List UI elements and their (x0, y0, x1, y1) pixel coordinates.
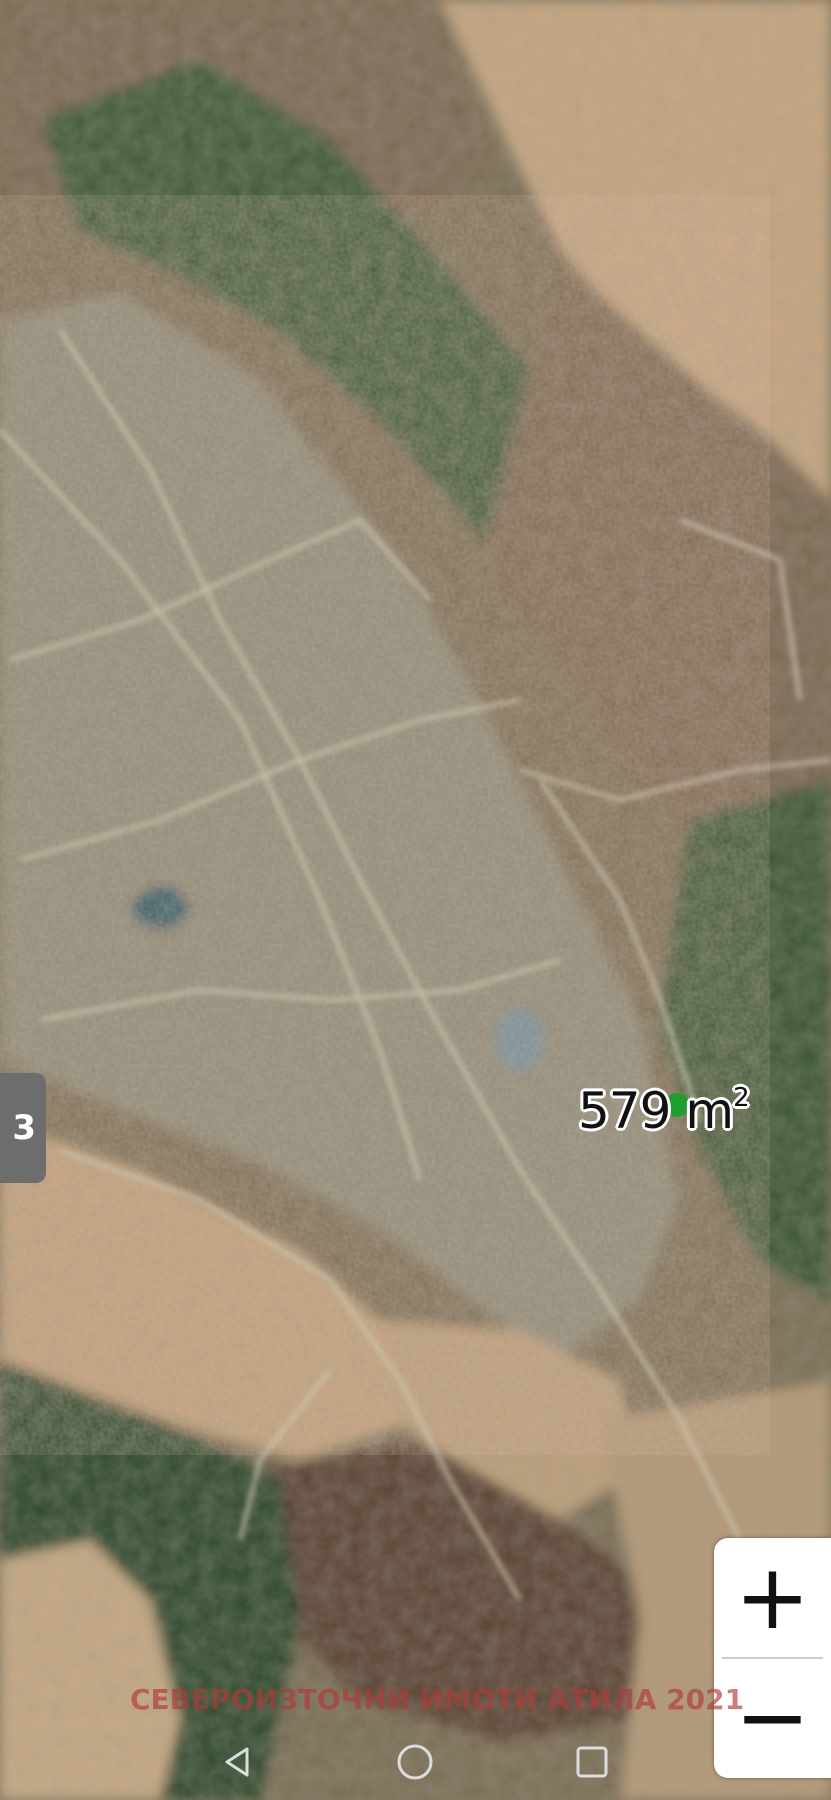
zoom-in-button[interactable]: + (714, 1538, 831, 1658)
recents-button[interactable] (562, 1732, 622, 1792)
circle-home-icon (397, 1744, 433, 1780)
zoom-in-label: + (734, 1545, 811, 1650)
area-value: 579 (578, 1082, 671, 1140)
home-button[interactable] (385, 1732, 445, 1792)
square-recents-icon (576, 1746, 608, 1778)
area-unit-exponent: 2 (733, 1083, 750, 1114)
watermark: СЕВЕРОИЗТОЧНИ ИМОТИ АТИЛА 2021 (130, 1683, 745, 1716)
system-navbar (0, 1720, 831, 1800)
side-panel-tab[interactable]: 3 (0, 1073, 46, 1183)
back-button[interactable] (208, 1732, 268, 1792)
triangle-back-icon (225, 1747, 249, 1777)
area-label: 579 m2 (578, 1082, 750, 1140)
satellite-map[interactable] (0, 0, 831, 1800)
area-unit: m (685, 1082, 734, 1140)
side-tab-text: 3 (12, 1108, 36, 1148)
